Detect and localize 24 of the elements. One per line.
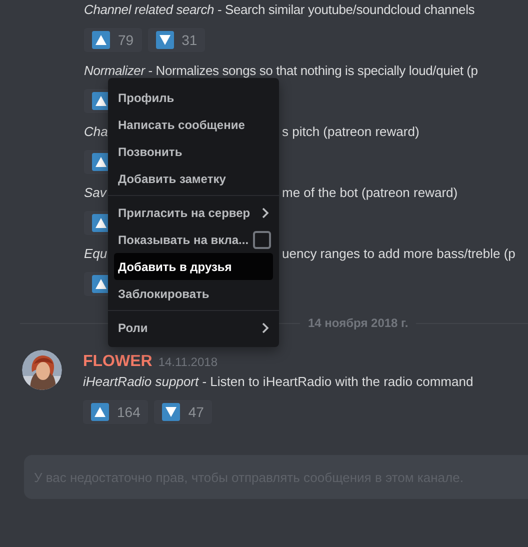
- chevron-right-icon: [261, 206, 269, 218]
- menu-item[interactable]: Пригласить на сервер: [114, 199, 273, 226]
- message-text: uency ranges to add more bass/treble (p: [282, 245, 516, 263]
- message-text: iHeartRadio support - Listen to iHeartRadio with the radio command: [83, 373, 474, 391]
- feature-name: Sav: [84, 184, 106, 202]
- menu-item[interactable]: Написать сообщение: [114, 111, 273, 138]
- menu-item[interactable]: Показывать на вкла...: [114, 226, 275, 253]
- menu-item[interactable]: Профиль: [114, 84, 273, 111]
- feature-name: Equ: [84, 245, 108, 263]
- message-text: Channel related search - Search similar youtube/soundcloud channels: [84, 2, 475, 17]
- message-text: s pitch (patreon reward): [282, 123, 420, 141]
- message-text: me of the bot (patreon reward): [282, 184, 458, 202]
- feature-name: Cha: [84, 123, 108, 141]
- chevron-right-icon: [261, 322, 269, 334]
- author-name[interactable]: FLOWER: [83, 350, 152, 374]
- checkbox[interactable]: [252, 230, 271, 248]
- menu-item[interactable]: Заблокировать: [114, 280, 273, 307]
- menu-item[interactable]: Добавить в друзья: [114, 253, 273, 280]
- date-divider: 14 ноября 2018 г.: [307, 315, 410, 332]
- menu-item[interactable]: Роли: [114, 314, 273, 341]
- message-text: Normalizer - Normalizes songs so that nothing is specially loud/quiet (p: [84, 63, 478, 78]
- menu-item[interactable]: Позвонить: [114, 138, 273, 165]
- timestamp: 14.11.2018: [158, 354, 218, 371]
- menu-item[interactable]: Добавить заметку: [114, 165, 273, 192]
